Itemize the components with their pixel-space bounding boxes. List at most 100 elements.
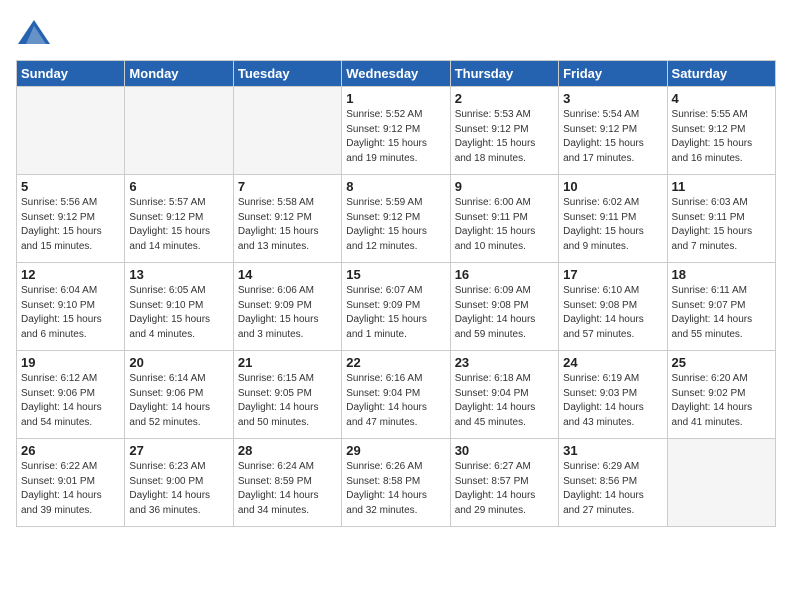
calendar-week-row: 19 Sunrise: 6:12 AM Sunset: 9:06 PM Dayli… bbox=[17, 351, 776, 439]
day-number: 8 bbox=[346, 179, 445, 194]
day-info: Sunrise: 5:57 AM Sunset: 9:12 PM Dayligh… bbox=[129, 196, 228, 254]
day-number: 28 bbox=[238, 443, 337, 458]
day-number: 12 bbox=[21, 267, 120, 282]
calendar-header-row: SundayMondayTuesdayWednesdayThursdayFrid… bbox=[17, 61, 776, 87]
calendar-cell: 1 Sunrise: 5:52 AM Sunset: 9:12 PM Daylig… bbox=[342, 87, 450, 175]
day-number: 10 bbox=[563, 179, 662, 194]
day-info: Sunrise: 6:15 AM Sunset: 9:05 PM Dayligh… bbox=[238, 372, 337, 430]
calendar-cell: 8Sunrise: 5:59 AM Sunset: 9:12 PM Daylig… bbox=[342, 175, 450, 263]
calendar-cell: 13Sunrise: 6:05 AM Sunset: 9:10 PM Dayli… bbox=[125, 263, 233, 351]
day-number: 7 bbox=[238, 179, 337, 194]
calendar-cell: 10 Sunrise: 6:02 AM Sunset: 9:11 PM Dayli… bbox=[559, 175, 667, 263]
day-info: Sunrise: 6:27 AM Sunset: 8:57 PM Dayligh… bbox=[455, 460, 554, 518]
calendar-header-saturday: Saturday bbox=[667, 61, 775, 87]
calendar-header-friday: Friday bbox=[559, 61, 667, 87]
calendar-cell: 5 Sunrise: 5:56 AM Sunset: 9:12 PM Daylig… bbox=[17, 175, 125, 263]
day-info: Sunrise: 6:20 AM Sunset: 9:02 PM Dayligh… bbox=[672, 372, 771, 430]
calendar-cell: 25 Sunrise: 6:20 AM Sunset: 9:02 PM Dayli… bbox=[667, 351, 775, 439]
calendar-week-row: 26Sunrise: 6:22 AM Sunset: 9:01 PM Dayli… bbox=[17, 439, 776, 527]
day-number: 11 bbox=[672, 179, 771, 194]
day-number: 20 bbox=[129, 355, 228, 370]
calendar-cell: 28Sunrise: 6:24 AM Sunset: 8:59 PM Dayli… bbox=[233, 439, 341, 527]
logo-icon bbox=[16, 16, 52, 52]
day-number: 16 bbox=[455, 267, 554, 282]
day-info: Sunrise: 6:10 AM Sunset: 9:08 PM Dayligh… bbox=[563, 284, 662, 342]
day-info: Sunrise: 6:09 AM Sunset: 9:08 PM Dayligh… bbox=[455, 284, 554, 342]
day-info: Sunrise: 6:12 AM Sunset: 9:06 PM Dayligh… bbox=[21, 372, 120, 430]
calendar-cell: 23Sunrise: 6:18 AM Sunset: 9:04 PM Dayli… bbox=[450, 351, 558, 439]
calendar-week-row: 5 Sunrise: 5:56 AM Sunset: 9:12 PM Daylig… bbox=[17, 175, 776, 263]
calendar-cell: 3 Sunrise: 5:54 AM Sunset: 9:12 PM Daylig… bbox=[559, 87, 667, 175]
calendar-cell: 12 Sunrise: 6:04 AM Sunset: 9:10 PM Dayli… bbox=[17, 263, 125, 351]
calendar-header-thursday: Thursday bbox=[450, 61, 558, 87]
day-info: Sunrise: 6:03 AM Sunset: 9:11 PM Dayligh… bbox=[672, 196, 771, 254]
day-number: 14 bbox=[238, 267, 337, 282]
day-info: Sunrise: 6:00 AM Sunset: 9:11 PM Dayligh… bbox=[455, 196, 554, 254]
calendar-cell bbox=[667, 439, 775, 527]
calendar-header-sunday: Sunday bbox=[17, 61, 125, 87]
day-number: 17 bbox=[563, 267, 662, 282]
day-number: 31 bbox=[563, 443, 662, 458]
day-info: Sunrise: 5:58 AM Sunset: 9:12 PM Dayligh… bbox=[238, 196, 337, 254]
day-number: 4 bbox=[672, 91, 771, 106]
day-info: Sunrise: 5:54 AM Sunset: 9:12 PM Dayligh… bbox=[563, 108, 662, 166]
day-info: Sunrise: 6:04 AM Sunset: 9:10 PM Dayligh… bbox=[21, 284, 120, 342]
day-number: 18 bbox=[672, 267, 771, 282]
day-info: Sunrise: 6:26 AM Sunset: 8:58 PM Dayligh… bbox=[346, 460, 445, 518]
calendar-cell: 19 Sunrise: 6:12 AM Sunset: 9:06 PM Dayli… bbox=[17, 351, 125, 439]
day-info: Sunrise: 6:07 AM Sunset: 9:09 PM Dayligh… bbox=[346, 284, 445, 342]
day-info: Sunrise: 5:55 AM Sunset: 9:12 PM Dayligh… bbox=[672, 108, 771, 166]
day-number: 15 bbox=[346, 267, 445, 282]
day-number: 3 bbox=[563, 91, 662, 106]
day-number: 9 bbox=[455, 179, 554, 194]
page-header bbox=[16, 16, 776, 52]
calendar-cell: 17 Sunrise: 6:10 AM Sunset: 9:08 PM Dayli… bbox=[559, 263, 667, 351]
calendar-cell: 22Sunrise: 6:16 AM Sunset: 9:04 PM Dayli… bbox=[342, 351, 450, 439]
calendar-cell: 16 Sunrise: 6:09 AM Sunset: 9:08 PM Dayli… bbox=[450, 263, 558, 351]
day-info: Sunrise: 6:11 AM Sunset: 9:07 PM Dayligh… bbox=[672, 284, 771, 342]
calendar-cell: 14Sunrise: 6:06 AM Sunset: 9:09 PM Dayli… bbox=[233, 263, 341, 351]
calendar-cell: 30 Sunrise: 6:27 AM Sunset: 8:57 PM Dayli… bbox=[450, 439, 558, 527]
calendar-cell: 31 Sunrise: 6:29 AM Sunset: 8:56 PM Dayli… bbox=[559, 439, 667, 527]
day-number: 13 bbox=[129, 267, 228, 282]
day-number: 21 bbox=[238, 355, 337, 370]
calendar-cell: 11 Sunrise: 6:03 AM Sunset: 9:11 PM Dayli… bbox=[667, 175, 775, 263]
day-number: 30 bbox=[455, 443, 554, 458]
day-info: Sunrise: 6:19 AM Sunset: 9:03 PM Dayligh… bbox=[563, 372, 662, 430]
day-number: 27 bbox=[129, 443, 228, 458]
day-number: 19 bbox=[21, 355, 120, 370]
calendar-week-row: 1 Sunrise: 5:52 AM Sunset: 9:12 PM Daylig… bbox=[17, 87, 776, 175]
calendar-cell: 26Sunrise: 6:22 AM Sunset: 9:01 PM Dayli… bbox=[17, 439, 125, 527]
day-number: 22 bbox=[346, 355, 445, 370]
day-info: Sunrise: 5:53 AM Sunset: 9:12 PM Dayligh… bbox=[455, 108, 554, 166]
day-info: Sunrise: 5:56 AM Sunset: 9:12 PM Dayligh… bbox=[21, 196, 120, 254]
day-number: 23 bbox=[455, 355, 554, 370]
day-info: Sunrise: 6:14 AM Sunset: 9:06 PM Dayligh… bbox=[129, 372, 228, 430]
calendar-week-row: 12 Sunrise: 6:04 AM Sunset: 9:10 PM Dayli… bbox=[17, 263, 776, 351]
day-number: 6 bbox=[129, 179, 228, 194]
day-number: 2 bbox=[455, 91, 554, 106]
calendar-table: SundayMondayTuesdayWednesdayThursdayFrid… bbox=[16, 60, 776, 527]
calendar-header-wednesday: Wednesday bbox=[342, 61, 450, 87]
calendar-cell: 29 Sunrise: 6:26 AM Sunset: 8:58 PM Dayli… bbox=[342, 439, 450, 527]
day-number: 24 bbox=[563, 355, 662, 370]
calendar-cell: 4 Sunrise: 5:55 AM Sunset: 9:12 PM Daylig… bbox=[667, 87, 775, 175]
day-info: Sunrise: 6:02 AM Sunset: 9:11 PM Dayligh… bbox=[563, 196, 662, 254]
calendar-header-tuesday: Tuesday bbox=[233, 61, 341, 87]
day-number: 5 bbox=[21, 179, 120, 194]
calendar-cell: 21 Sunrise: 6:15 AM Sunset: 9:05 PM Dayli… bbox=[233, 351, 341, 439]
calendar-cell bbox=[233, 87, 341, 175]
day-info: Sunrise: 6:22 AM Sunset: 9:01 PM Dayligh… bbox=[21, 460, 120, 518]
day-number: 1 bbox=[346, 91, 445, 106]
day-info: Sunrise: 5:52 AM Sunset: 9:12 PM Dayligh… bbox=[346, 108, 445, 166]
calendar-cell: 7 Sunrise: 5:58 AM Sunset: 9:12 PM Daylig… bbox=[233, 175, 341, 263]
day-info: Sunrise: 6:29 AM Sunset: 8:56 PM Dayligh… bbox=[563, 460, 662, 518]
day-number: 25 bbox=[672, 355, 771, 370]
calendar-cell bbox=[17, 87, 125, 175]
day-number: 29 bbox=[346, 443, 445, 458]
calendar-cell: 6 Sunrise: 5:57 AM Sunset: 9:12 PM Daylig… bbox=[125, 175, 233, 263]
calendar-cell: 24 Sunrise: 6:19 AM Sunset: 9:03 PM Dayli… bbox=[559, 351, 667, 439]
calendar-cell: 18 Sunrise: 6:11 AM Sunset: 9:07 PM Dayli… bbox=[667, 263, 775, 351]
calendar-cell: 2 Sunrise: 5:53 AM Sunset: 9:12 PM Daylig… bbox=[450, 87, 558, 175]
logo bbox=[16, 16, 56, 52]
